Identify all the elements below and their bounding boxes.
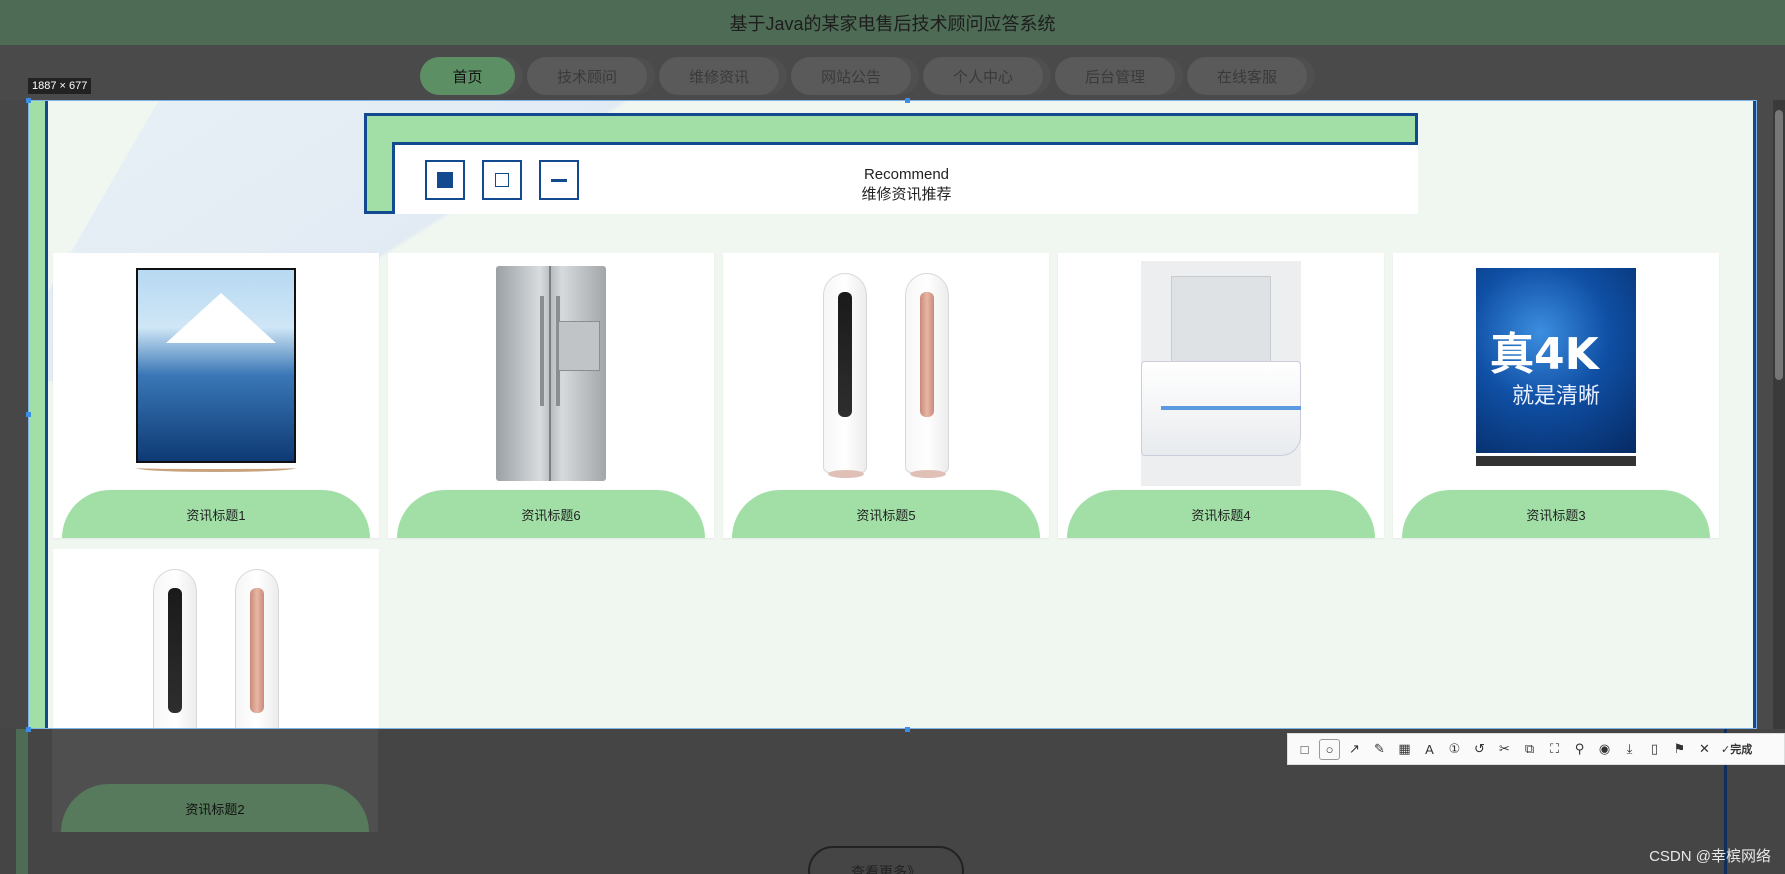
nav-item-announcements[interactable]: 网站公告 [791,57,911,95]
ac-wall-unit-image [1141,260,1301,486]
recommend-title-en: Recommend [863,166,950,183]
nav-item-admin[interactable]: 后台管理 [1055,57,1175,95]
news-card-image [53,253,379,493]
number-tool-icon[interactable]: ① [1444,739,1465,760]
news-card-title[interactable]: 资讯标题5 [732,490,1040,538]
news-card-image [388,253,714,493]
news-card-title[interactable]: 资讯标题1 [62,490,370,538]
screenshot-toolbar: □ ○ ↗ ✎ ▦ A ① ↺ ✂ ⧉ ⛶ ⚲ ◉ ⤓ ▯ ⚑ ✕ ✓ 完成 [1287,733,1785,765]
nav-item-repair-news[interactable]: 维修资讯 [659,57,779,95]
nav-item-tech-advisor[interactable]: 技术顾问 [527,57,647,95]
resize-handle-top[interactable] [905,98,910,103]
left-rail [29,101,45,728]
app-title-bar: 基于Java的某家电售后技术顾问应答系统 [0,0,1785,45]
news-card[interactable] [53,549,379,728]
resize-handle-top-left[interactable] [26,98,31,103]
scissors-icon[interactable]: ✂ [1494,739,1515,760]
nav-item-online-service[interactable]: 在线客服 [1187,57,1307,95]
selection-size-label: 1887 × 677 [28,78,92,94]
nav-item-personal-center[interactable]: 个人中心 [923,57,1043,95]
ac-tower-pair-image [823,273,949,478]
left-rail-dimmed [16,729,28,874]
left-rail-border [45,101,48,728]
news-card-image: 真4K 就是清晰 [1393,253,1719,493]
mosaic-tool-icon[interactable]: ▦ [1394,739,1415,760]
tv-lake-swan-image [136,268,296,478]
pin-icon[interactable]: ⚲ [1569,739,1590,760]
scrollbar-thumb[interactable] [1775,110,1783,380]
news-card-image [1058,253,1384,493]
main-nav: 首页 技术顾问 维修资讯 网站公告 个人中心 后台管理 在线客服 [420,57,1307,95]
news-card-image [723,253,1049,493]
download-icon[interactable]: ⤓ [1619,739,1640,760]
record-icon[interactable]: ◉ [1594,739,1615,760]
news-card[interactable]: 资讯标题6 [388,253,714,538]
recommend-title: Recommend 维修资讯推荐 [395,165,1418,205]
recommend-title-cn: 维修资讯推荐 [861,186,952,203]
phone-icon[interactable]: ▯ [1644,739,1665,760]
resize-handle-bottom-left[interactable] [26,727,31,732]
news-card[interactable]: 资讯标题4 [1058,253,1384,538]
rectangle-tool-icon[interactable]: □ [1294,739,1315,760]
recommend-header-inner: Recommend 维修资讯推荐 [392,142,1418,214]
tv4k-subline: 就是清晰 [1511,384,1600,409]
nav-item-home[interactable]: 首页 [420,57,515,95]
view-more-button[interactable]: 查看更多》 [808,846,964,874]
resize-handle-left[interactable] [26,412,31,417]
ac-tower-pair-image [153,569,279,728]
arrow-tool-icon[interactable]: ↗ [1344,739,1365,760]
text-tool-icon[interactable]: A [1419,739,1440,760]
translate-icon[interactable]: ⧉ [1519,739,1540,760]
page-title: 基于Java的某家电售后技术顾问应答系统 [729,13,1056,34]
fridge-image [496,265,606,481]
tv4k-headline: 真4K [1490,329,1599,380]
news-card-title[interactable]: 资讯标题3 [1402,490,1710,538]
close-icon[interactable]: ✕ [1694,739,1715,760]
news-card-title[interactable]: 资讯标题6 [397,490,705,538]
news-card-title[interactable]: 资讯标题4 [1067,490,1375,538]
news-card-image [53,549,379,728]
resize-handle-bottom[interactable] [905,727,910,732]
watermark: CSDN @幸槟网络 [1649,848,1771,865]
bookmark-icon[interactable]: ⚑ [1669,739,1690,760]
news-card[interactable]: 资讯标题5 [723,253,1049,538]
news-card-dimmed[interactable]: 资讯标题2 [52,729,378,832]
done-button[interactable]: ✓ 完成 [1719,739,1752,760]
tv-4k-image: 真4K 就是清晰 [1476,268,1636,478]
news-card[interactable]: 真4K 就是清晰 资讯标题3 [1393,253,1719,538]
recommend-header-box: Recommend 维修资讯推荐 [364,113,1418,214]
right-rail-border [1753,101,1756,728]
ellipse-tool-icon[interactable]: ○ [1319,738,1340,760]
news-card-title[interactable]: 资讯标题2 [61,784,369,832]
pencil-tool-icon[interactable]: ✎ [1369,739,1390,760]
undo-icon[interactable]: ↺ [1469,739,1490,760]
capture-selection[interactable]: Recommend 维修资讯推荐 资讯标题1 资讯标题6 资讯标题5 资讯标题4… [28,100,1757,729]
scan-icon[interactable]: ⛶ [1544,739,1565,760]
news-card[interactable]: 资讯标题1 [53,253,379,538]
